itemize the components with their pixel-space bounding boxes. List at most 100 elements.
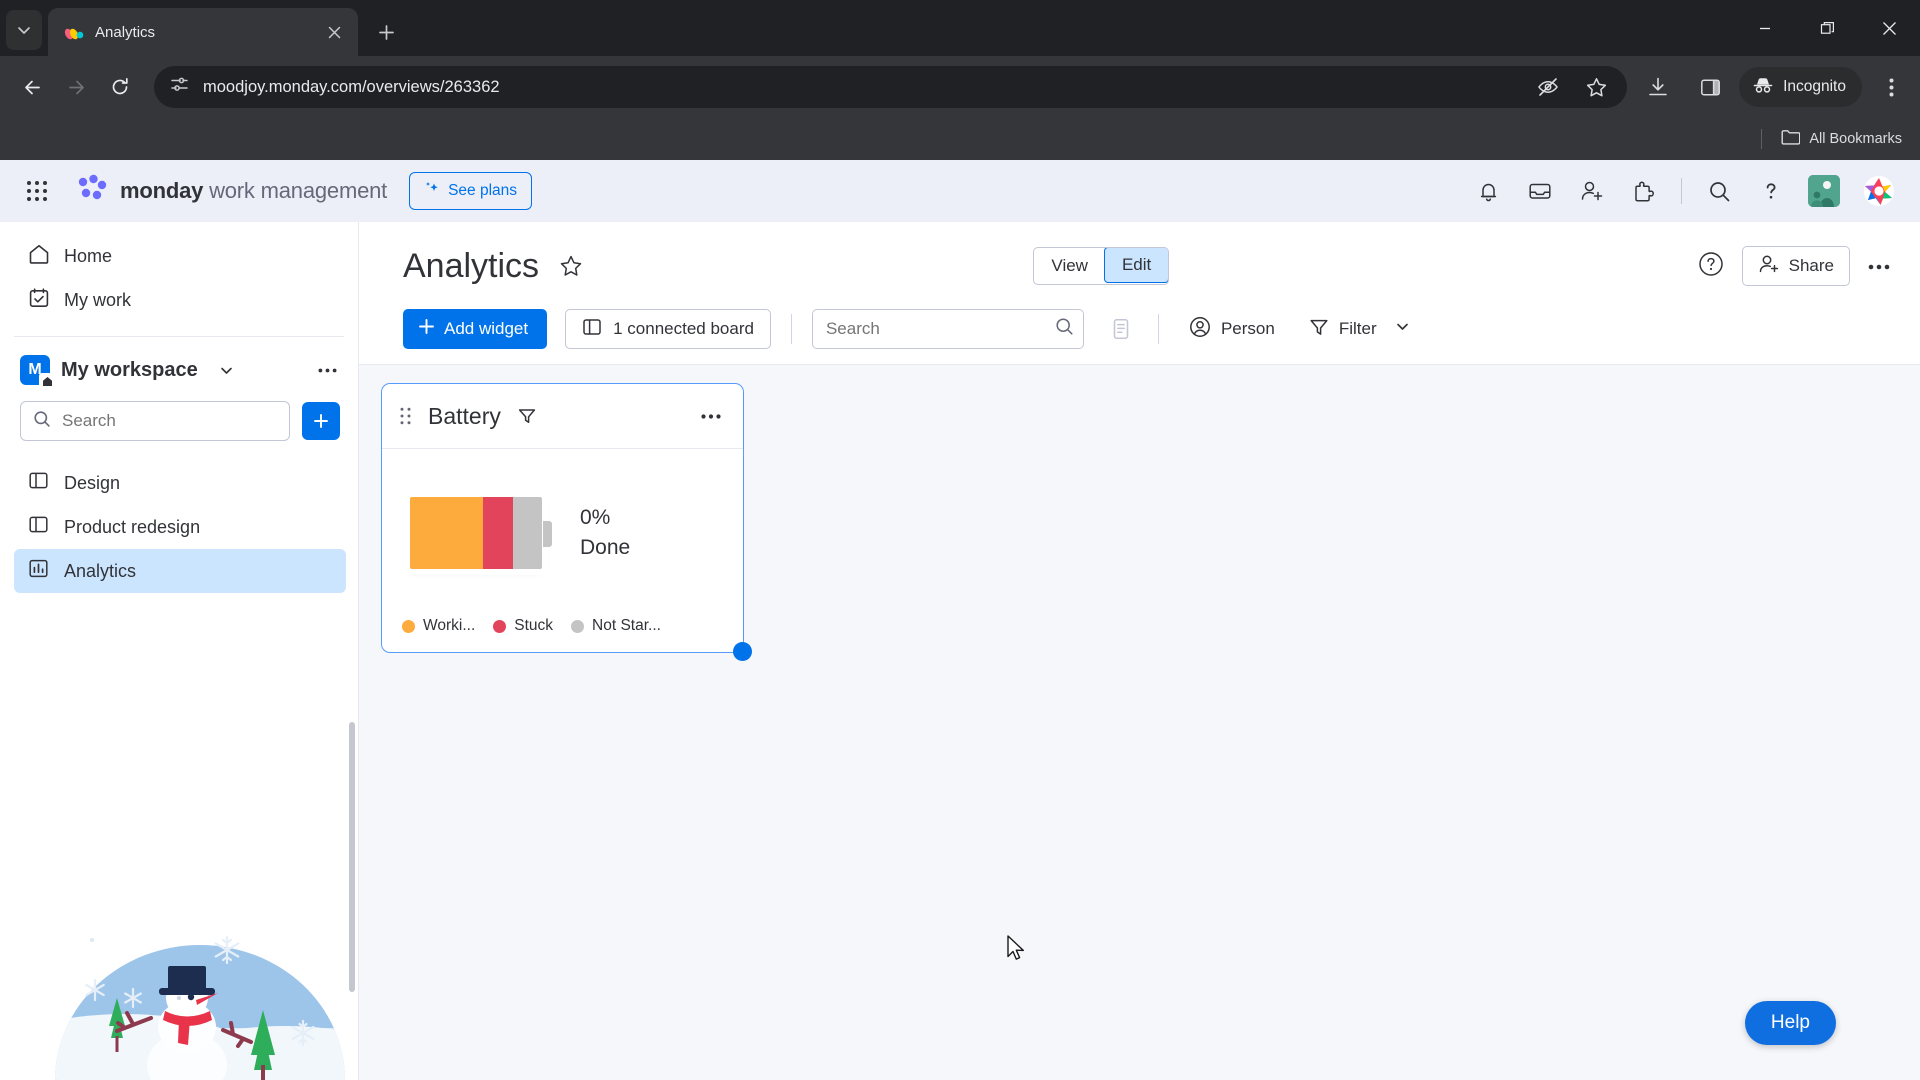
board-icon: [28, 514, 49, 540]
apps-grid-icon[interactable]: [20, 174, 54, 208]
see-plans-label: See plans: [448, 182, 518, 199]
star-outline-icon[interactable]: [557, 252, 585, 280]
eye-slash-icon[interactable]: [1531, 70, 1565, 104]
mouse-cursor: [1007, 935, 1027, 961]
three-dot-menu-icon[interactable]: [314, 368, 340, 373]
invite-member-icon[interactable]: [1577, 176, 1607, 206]
bookmark-star-icon[interactable]: [1579, 70, 1613, 104]
sidebar-item-my-work[interactable]: My work: [14, 278, 344, 322]
avatar[interactable]: [1808, 175, 1840, 207]
sidebar-item-home[interactable]: Home: [14, 234, 344, 278]
divider: [1681, 178, 1682, 204]
battery-percent: 0%: [580, 505, 611, 529]
help-button[interactable]: Help: [1744, 1001, 1836, 1045]
app-body: Home My work M My workspace Search Desig…: [0, 222, 1920, 1080]
reload-icon[interactable]: [100, 67, 140, 107]
divider: [790, 314, 792, 344]
incognito-indicator[interactable]: Incognito: [1739, 67, 1862, 107]
legend-item-not-started: Not Star...: [571, 617, 661, 635]
sidebar-scrollbar[interactable]: [349, 722, 355, 992]
brand[interactable]: monday work management: [76, 174, 387, 209]
close-icon[interactable]: [1858, 0, 1920, 56]
window-controls: [1734, 0, 1920, 56]
battery-tip: [543, 521, 552, 547]
sidebar-item-analytics[interactable]: Analytics: [14, 549, 346, 593]
page-settings-icon[interactable]: [170, 75, 189, 99]
sidebar: Home My work M My workspace Search Desig…: [0, 222, 359, 1080]
battery-segment-not-started: [512, 497, 542, 569]
workspace-name: My workspace: [61, 358, 198, 381]
dashboard-chart-icon: [28, 558, 49, 584]
search-input[interactable]: [825, 319, 1047, 339]
sidebar-search[interactable]: [20, 401, 290, 441]
three-dot-menu-icon[interactable]: [697, 413, 725, 419]
sidebar-search-row: [0, 385, 358, 441]
three-dot-menu-icon[interactable]: [1868, 257, 1890, 275]
notifications-bell-icon[interactable]: [1473, 176, 1503, 206]
bookmarks-bar: All Bookmarks: [0, 118, 1920, 160]
chevron-down-icon[interactable]: [215, 363, 239, 378]
tab-strip: Analytics: [0, 0, 1920, 56]
resize-handle[interactable]: [733, 642, 752, 661]
sidebar-item-label: Analytics: [64, 560, 137, 581]
notes-icon[interactable]: [1104, 318, 1138, 340]
see-plans-button[interactable]: See plans: [409, 172, 533, 210]
dashboard-search[interactable]: [811, 309, 1084, 349]
apps-marketplace-icon[interactable]: [1629, 176, 1659, 206]
board-icon: [582, 317, 602, 342]
all-bookmarks-label[interactable]: All Bookmarks: [1809, 131, 1902, 147]
download-icon[interactable]: [1641, 70, 1675, 104]
sparkle-icon: [424, 180, 441, 202]
person-filter-button[interactable]: Person: [1179, 309, 1285, 349]
side-panel-icon[interactable]: [1693, 70, 1727, 104]
divider: [1157, 314, 1159, 344]
help-circle-icon[interactable]: [1698, 251, 1724, 282]
tab-search-chevron-icon[interactable]: [6, 10, 42, 50]
widget-header: Battery: [382, 384, 743, 448]
filter-button[interactable]: Filter: [1299, 309, 1420, 349]
sidebar-item-label: Design: [64, 472, 121, 493]
chevron-down-icon[interactable]: [1395, 319, 1410, 339]
connected-board-button[interactable]: 1 connected board: [565, 309, 771, 349]
brand-text: monday work management: [120, 178, 387, 204]
new-tab-plus-icon[interactable]: [368, 14, 404, 50]
browser-tab[interactable]: Analytics: [48, 8, 358, 56]
brand-light: work management: [209, 178, 388, 203]
battery-segment-working: [410, 497, 483, 569]
battery-segment-stuck: [482, 497, 513, 569]
search-input[interactable]: [62, 411, 277, 431]
sidebar-item-label: Home: [64, 245, 113, 266]
back-arrow-icon[interactable]: [12, 67, 52, 107]
sidebar-nav: Home My work: [0, 222, 358, 337]
add-board-button[interactable]: [302, 402, 340, 440]
search-icon[interactable]: [1704, 176, 1734, 206]
monday-account-star-icon[interactable]: [1862, 174, 1896, 208]
divider: [1761, 129, 1763, 149]
tab-title: Analytics: [95, 23, 156, 41]
share-button[interactable]: Share: [1741, 246, 1850, 286]
view-mode-button[interactable]: View: [1034, 248, 1105, 284]
add-widget-button[interactable]: Add widget: [403, 309, 548, 349]
battery-widget[interactable]: Battery 0% Done Worki... Stuck Not Star.…: [381, 383, 752, 661]
search-icon: [1055, 317, 1074, 341]
sidebar-item-design[interactable]: Design: [14, 461, 346, 505]
home-icon: [28, 243, 50, 270]
restore-icon[interactable]: [1796, 0, 1858, 56]
edit-mode-button[interactable]: Edit: [1103, 248, 1169, 283]
monday-app: monday work management See plans Home My…: [0, 160, 1920, 1080]
drag-handle-icon[interactable]: [400, 406, 414, 426]
inbox-icon[interactable]: [1525, 176, 1555, 206]
sidebar-item-label: Product redesign: [64, 516, 201, 537]
minimize-icon[interactable]: [1734, 0, 1796, 56]
three-dot-menu-icon[interactable]: [1874, 70, 1908, 104]
filter-funnel-icon[interactable]: [515, 406, 539, 426]
address-bar[interactable]: moodjoy.monday.com/overviews/263362: [154, 66, 1628, 108]
sidebar-item-product-redesign[interactable]: Product redesign: [14, 505, 346, 549]
person-circle-icon: [1189, 316, 1211, 343]
workspace-selector[interactable]: M My workspace: [0, 337, 358, 389]
help-question-icon[interactable]: [1756, 176, 1786, 206]
main-content: Analytics View Edit Share Add widget 1 c…: [359, 222, 1920, 1080]
close-icon[interactable]: [322, 20, 346, 44]
incognito-hat-icon: [1752, 74, 1774, 101]
person-add-icon: [1758, 253, 1780, 280]
